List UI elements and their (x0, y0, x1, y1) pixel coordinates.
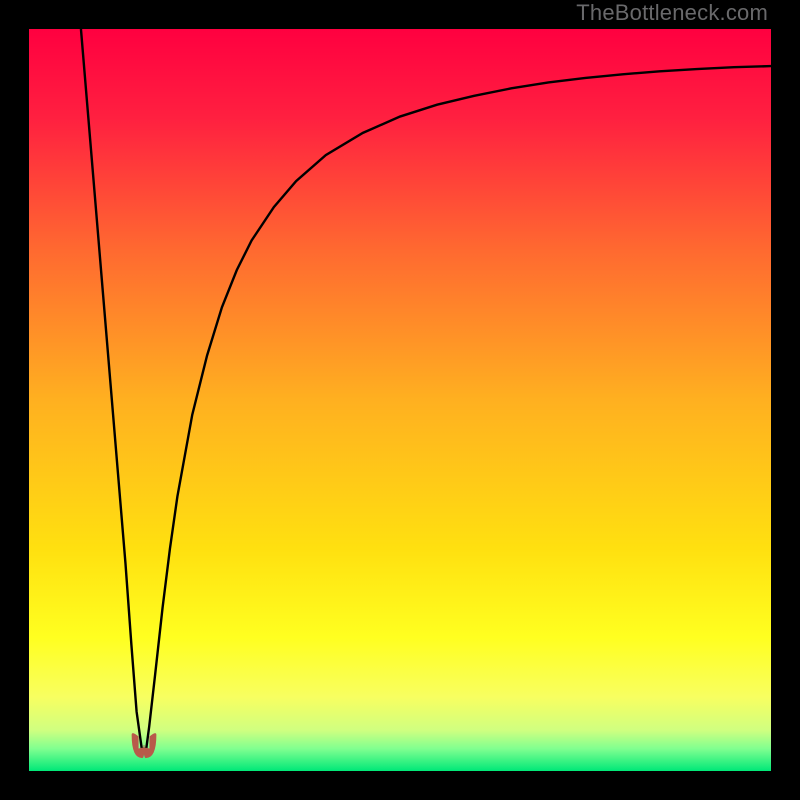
chart-svg (29, 29, 771, 771)
chart-background (29, 29, 771, 771)
chart-frame (29, 29, 771, 771)
watermark-text: TheBottleneck.com (576, 0, 768, 26)
